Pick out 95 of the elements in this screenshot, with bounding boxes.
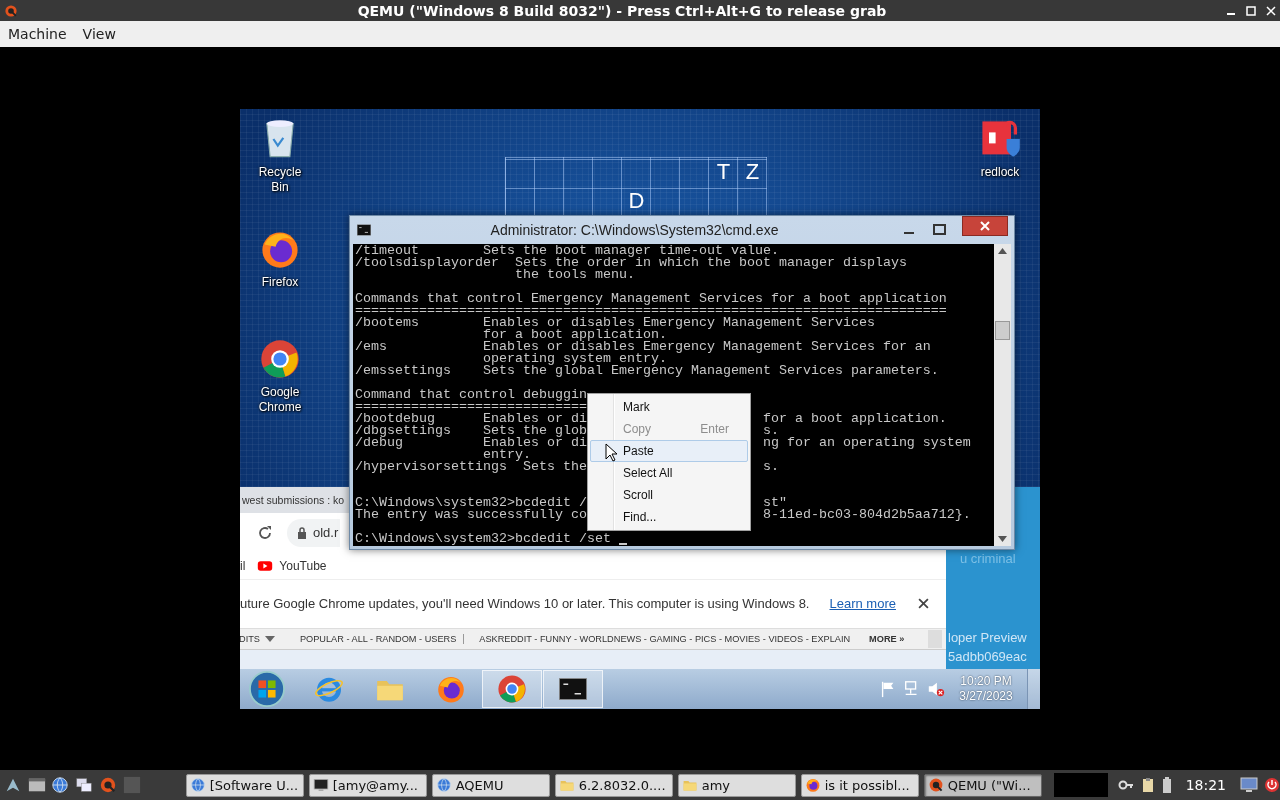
reload-icon[interactable]	[257, 524, 273, 541]
q-logo-icon	[4, 3, 18, 18]
globe-icon	[51, 776, 70, 794]
q-logo-icon	[927, 777, 944, 793]
task-button[interactable]: [amy@amy...	[308, 773, 427, 797]
console-text: /toolsdisplayorder Sets the order in which the boot manager displays	[355, 256, 907, 269]
power-icon[interactable]	[1264, 777, 1280, 793]
nav-link[interactable]: DITS	[240, 633, 260, 644]
menu-item[interactable]: View	[74, 26, 124, 42]
console-text: s.	[762, 460, 780, 473]
console-text: entry.	[482, 448, 531, 461]
console-text: for a boot application.	[762, 412, 948, 425]
console-text: 8-11ed-bc03-804d2b5aa712}.	[762, 508, 972, 521]
console-icon	[356, 221, 372, 238]
taskbar-button[interactable]	[543, 669, 603, 708]
battery-icon[interactable]	[1161, 776, 1172, 794]
nav-links[interactable]: ASKREDDIT - FUNNY - WORLDNEWS - GAMING - PICS - MOVIES - VIDEOS - EXPLAIN	[463, 633, 851, 644]
wallpaper-letter: T	[716, 159, 731, 185]
monitor-icon	[312, 777, 329, 793]
more-link[interactable]: MORE »	[869, 633, 905, 644]
clock[interactable]: 18:21	[1185, 777, 1226, 793]
task-button[interactable]: 6.2.8032.0....	[554, 773, 673, 797]
browser-tab[interactable]: west submissions : ko	[240, 493, 345, 506]
down-arrow-icon[interactable]	[998, 535, 1007, 542]
console-text: ==========================================================================	[355, 304, 947, 317]
desktop-icon-label[interactable]: Google Chrome	[249, 384, 311, 415]
maximize-icon[interactable]	[933, 224, 946, 235]
q-logo-icon	[99, 776, 117, 794]
up-arrow-icon[interactable]	[998, 247, 1007, 254]
infobar-message: uture Google Chrome updates, you'll need Windows 10 or later. This computer is using Windows 8.	[240, 596, 810, 611]
square-icon	[122, 776, 141, 794]
console-text: st"	[762, 496, 787, 509]
console-text: s.	[762, 424, 780, 437]
menu-item[interactable]: Scroll	[590, 483, 748, 506]
task-button[interactable]: is it possibl...	[800, 773, 919, 797]
menu-item[interactable]: Select All	[590, 461, 748, 484]
wallpaper-letter: D	[628, 188, 645, 214]
console-text: /debug Enables or di	[355, 436, 587, 449]
console-text: /timeout Sets the boot manager time-out value.	[355, 244, 779, 257]
menu-item[interactable]: Mark	[590, 395, 748, 418]
desktop-icon-label[interactable]: redlock	[969, 164, 1031, 180]
task-button[interactable]: QEMU ("Wi...	[923, 773, 1042, 797]
console-text: /hypervisorsettings Sets the	[355, 460, 587, 473]
wallpaper-letter: Z	[745, 159, 760, 185]
background-text: u criminal	[959, 550, 1016, 566]
console-text: operating system entry.	[481, 352, 667, 365]
mouse-pointer-icon	[605, 442, 617, 462]
console-text: Commands that control Emergency Management Services for a boot application	[355, 292, 947, 305]
console-text: Command that control debuggin	[355, 388, 587, 401]
console-text: /dbgsettings Sets the glob	[355, 424, 587, 437]
bookmark[interactable]: il	[240, 558, 246, 573]
console-text: ng for an operating system	[762, 436, 972, 449]
console-text: /ems Enables or disables Emergency Management Services for an	[355, 340, 931, 353]
monitor-icon[interactable]	[1240, 777, 1258, 793]
learn-more-link[interactable]: Learn more	[829, 596, 896, 611]
nav-links[interactable]: POPULAR - ALL - RANDOM - USERS	[299, 633, 457, 644]
console-text: =============================	[355, 400, 587, 413]
console-text: the tools menu.	[513, 268, 635, 281]
desktop-icon-label[interactable]: Recycle Bin	[249, 164, 311, 195]
chrome-icon	[496, 672, 528, 705]
globe-icon	[189, 777, 206, 793]
desktop-icon-label[interactable]: Firefox	[249, 274, 311, 290]
console-text: /bootdebug Enables or di	[355, 412, 587, 425]
command-prompt: C:\Windows\system32>bcdedit /set	[355, 532, 611, 545]
console-text: C:\Windows\system32>bcdedit /	[355, 496, 587, 509]
close-button[interactable]	[962, 215, 1008, 236]
scrollbar[interactable]	[994, 243, 1011, 546]
task-button[interactable]: amy	[677, 773, 796, 797]
window-title: Administrator: C:\Windows\System32\cmd.exe	[489, 221, 780, 238]
scroll-thumb[interactable]	[995, 321, 1010, 340]
globe-icon	[435, 777, 452, 793]
bookmark[interactable]: YouTube	[279, 558, 327, 573]
background-text: 5adbb069eac	[947, 648, 1027, 664]
lock-icon	[297, 526, 307, 539]
console-text: /bootems Enables or disables Emergency Management Services	[355, 316, 875, 329]
window-icon	[27, 776, 46, 794]
firefox-icon	[804, 777, 821, 793]
scrollbar[interactable]	[928, 629, 942, 648]
background-text: loper Preview	[947, 629, 1027, 645]
windows-icon	[75, 776, 94, 794]
caret-icon[interactable]	[264, 635, 275, 642]
console-text: /emssettings Sets the global Emergency Management Services parameters.	[355, 364, 939, 377]
window-title: QEMU ("Windows 8 Build 8032") - Press Ctrl+Alt+G to release grab	[356, 2, 888, 19]
task-button[interactable]: [Software U...	[185, 773, 304, 797]
menu-item[interactable]: Find...	[590, 505, 748, 528]
console-text: for a boot application.	[481, 328, 667, 341]
menu-item[interactable]: Machine	[0, 26, 75, 42]
task-button[interactable]: AQEMU	[431, 773, 550, 797]
console-text: The entry was successfully co	[355, 508, 587, 521]
url-text: old.r	[313, 525, 339, 540]
close-icon	[979, 220, 991, 231]
menu-item[interactable]: Paste	[590, 439, 748, 462]
address-bar[interactable]: old.r	[287, 518, 341, 547]
close-icon[interactable]	[917, 598, 929, 609]
blank-panel	[1053, 773, 1108, 797]
